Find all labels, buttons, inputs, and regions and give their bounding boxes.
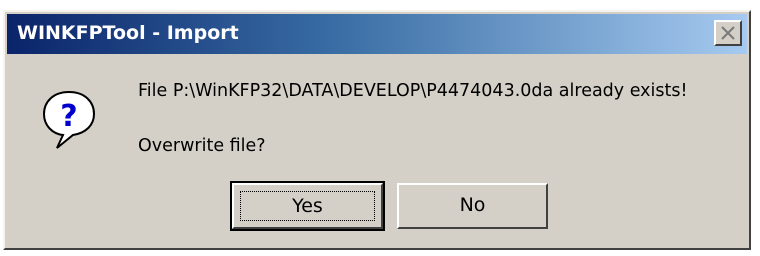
prompt-text: Overwrite file?	[138, 136, 266, 156]
title-bar[interactable]: WINKFPTool - Import	[7, 14, 747, 54]
message-text: File P:\WinKFP32\DATA\DEVELOP\P4474043.0…	[138, 81, 688, 101]
close-button[interactable]	[714, 20, 742, 46]
yes-button-label: Yes	[240, 191, 375, 221]
close-icon	[721, 26, 735, 40]
import-dialog: WINKFPTool - Import ? File P:\WinKFP32\D…	[3, 10, 751, 250]
window-title: WINKFPTool - Import	[17, 22, 239, 44]
yes-button[interactable]: Yes	[230, 181, 385, 231]
svg-text:?: ?	[60, 99, 77, 134]
no-button[interactable]: No	[397, 183, 548, 229]
question-icon: ?	[41, 88, 97, 157]
